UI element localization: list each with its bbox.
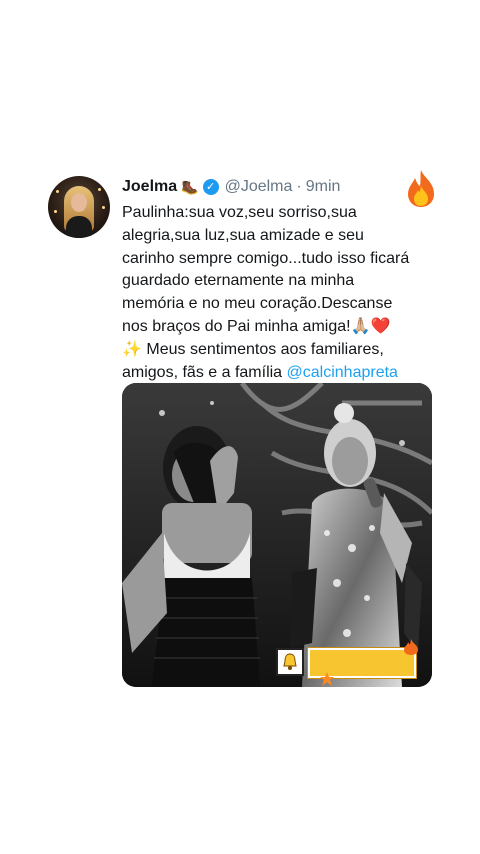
tweet-text-line: Meus sentimentos aos familiares, [146,340,384,358]
tweet-text-line-8: amigos, fãs e a família @calcinhapreta [122,362,442,385]
tweet: Joelma 🥾 ✓ @Joelma · 9min Paulinha:sua v… [0,0,480,854]
author-name[interactable]: Joelma [122,178,177,196]
verified-badge-icon: ✓ [202,179,219,195]
separator-dot: · [296,178,302,195]
tweet-text-line: memória e no meu coração.Descanse [122,295,393,313]
boot-emoji: 🥾 [181,178,199,195]
star-icon [320,672,334,686]
tweet-text-line: nos braços do Pai minha amiga! [122,317,351,335]
mention-link[interactable]: @calcinhapreta [287,364,398,381]
tweet-text-line-7: ✨ Meus sentimentos aos familiares, [122,339,442,362]
bell-icon [276,648,304,676]
avatar-light [102,206,105,209]
tweet-text-line: carinho sempre comigo...tudo isso ficará [122,249,410,267]
tweet-text-line-6: nos braços do Pai minha amiga!🙏🏼❤️ [122,316,442,339]
sparkles-emoji: ✨ [122,340,142,358]
avatar-light [56,190,59,193]
flame-icon [402,638,420,656]
praying-hands-emoji: 🙏🏼 [350,317,371,335]
tweet-text-line: alegria,sua luz,sua amizade e seu [122,226,364,244]
tweet-header: Joelma 🥾 ✓ @Joelma · 9min [122,177,340,197]
avatar-light [54,210,57,213]
author-handle[interactable]: @Joelma [225,178,293,196]
heart-emoji: ❤️ [370,317,391,335]
tweet-text: Paulinha:sua voz,seu sorriso,sua alegria… [122,202,442,384]
avatar-face [71,193,87,212]
tweet-text-line: guardado eternamente na minha [122,272,355,290]
avatar-light [98,188,101,191]
avatar-body [66,216,92,238]
tweet-photo[interactable] [122,383,432,687]
photo-drawing [122,383,432,687]
tweet-text-line: Paulinha:sua voz,seu sorriso,sua [122,204,357,221]
tweet-timestamp[interactable]: 9min [306,178,341,196]
avatar[interactable] [48,176,110,238]
tweet-text-line: amigos, fãs e a família [122,363,283,381]
